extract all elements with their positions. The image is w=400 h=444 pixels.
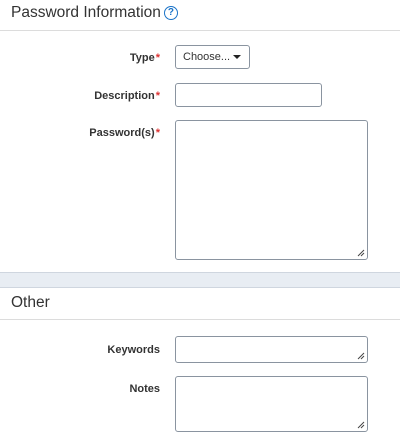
section-divider: [0, 272, 400, 288]
other-title: Other: [11, 294, 50, 311]
resize-grip-icon[interactable]: [357, 421, 365, 429]
passwords-textarea[interactable]: [175, 120, 368, 260]
question-circle-icon[interactable]: ?: [163, 6, 178, 20]
description-label-text: Description: [94, 90, 155, 102]
type-select-value: Choose...: [183, 51, 231, 63]
caret-down-icon: [233, 55, 241, 59]
password-info-title: Password Information?: [11, 4, 178, 22]
passwords-label-text: Password(s): [89, 127, 155, 139]
keywords-label: Keywords: [0, 344, 160, 356]
description-input[interactable]: [175, 83, 322, 107]
other-header: Other: [0, 289, 400, 320]
notes-label: Notes: [0, 383, 160, 395]
type-label-text: Type: [129, 52, 155, 64]
type-label: Type*: [0, 52, 160, 64]
required-marker: *: [155, 52, 160, 64]
required-marker: *: [155, 90, 160, 102]
resize-grip-icon[interactable]: [357, 352, 365, 360]
notes-label-text: Notes: [129, 383, 160, 395]
required-marker: *: [155, 127, 160, 139]
resize-grip-icon[interactable]: [357, 249, 365, 257]
type-select[interactable]: Choose...: [175, 45, 250, 69]
passwords-label: Password(s)*: [0, 127, 160, 139]
keywords-textarea[interactable]: [175, 336, 368, 363]
password-info-header: Password Information?: [0, 0, 400, 31]
description-label: Description*: [0, 90, 160, 102]
password-info-title-text: Password Information: [11, 4, 161, 21]
notes-textarea[interactable]: [175, 376, 368, 432]
keywords-label-text: Keywords: [107, 344, 160, 356]
